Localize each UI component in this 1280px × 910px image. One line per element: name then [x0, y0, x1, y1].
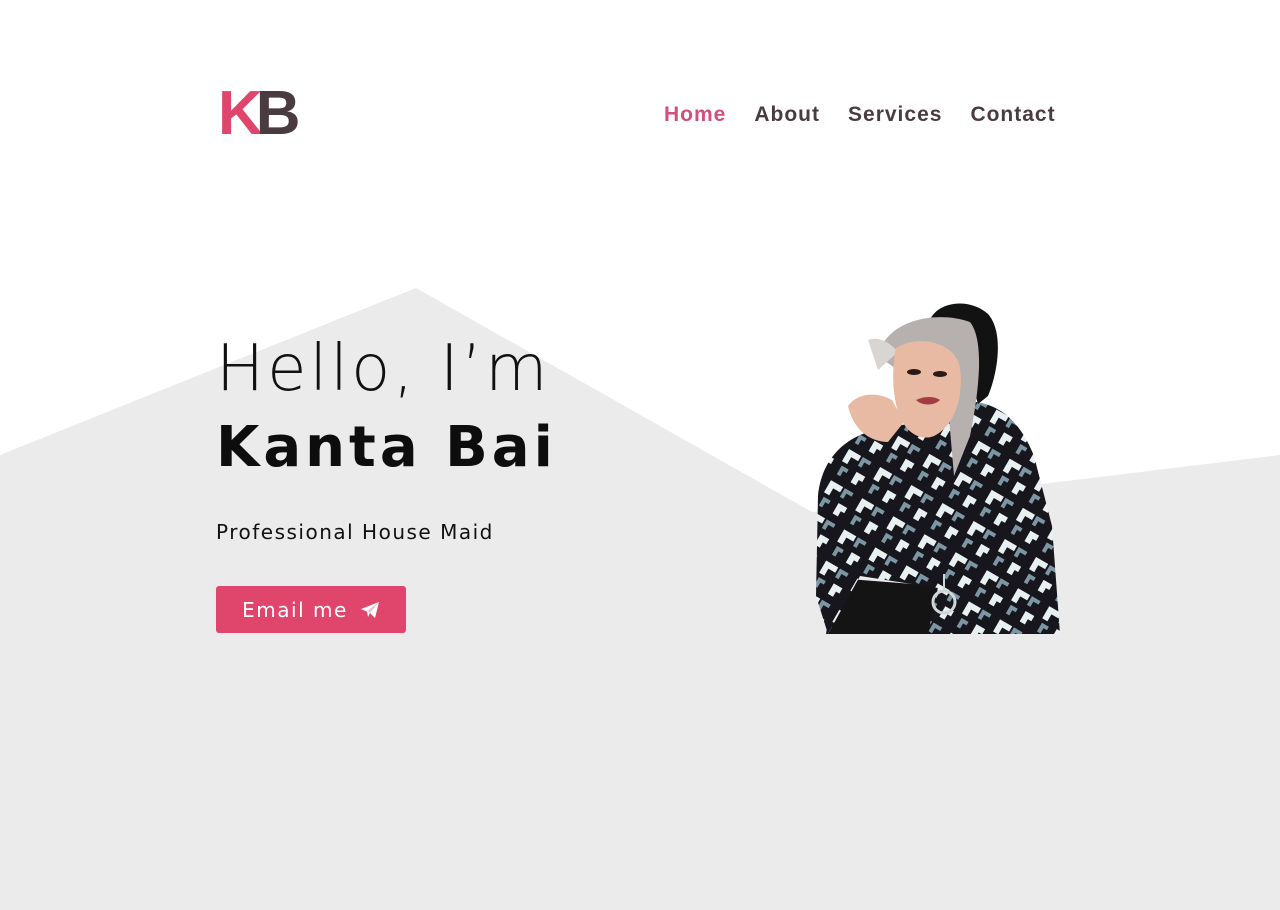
nav-about-link[interactable]: About — [754, 103, 820, 127]
email-me-label: Email me — [242, 597, 348, 622]
profile-photo — [816, 303, 1060, 634]
nav-contact-link[interactable]: Contact — [970, 103, 1055, 127]
site-header: K B Home About Services Contact — [0, 0, 1280, 230]
hero-intro: Hello, I’m Kanta Bai Professional House … — [216, 330, 557, 544]
hero-name: Kanta Bai — [216, 415, 557, 480]
paper-plane-icon — [360, 601, 379, 618]
landing-page: K B Home About Services Contact Hello, I… — [0, 0, 1280, 910]
nav-services-link[interactable]: Services — [848, 103, 942, 127]
logo-letter-b: B — [255, 79, 301, 148]
main-nav: Home About Services Contact — [664, 103, 1056, 127]
hero-subtitle: Professional House Maid — [216, 520, 494, 544]
nav-home-link[interactable]: Home — [664, 103, 726, 127]
logo[interactable]: K B — [218, 79, 301, 148]
logo-letter-k: K — [218, 79, 263, 148]
email-me-button[interactable]: Email me — [216, 586, 406, 633]
hero-greeting: Hello, I’m — [216, 332, 551, 406]
